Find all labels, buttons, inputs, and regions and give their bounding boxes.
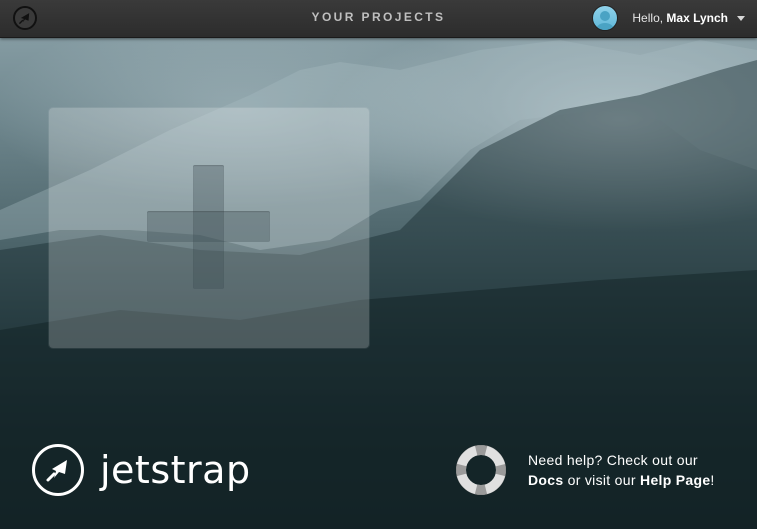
help-line-2: Docs or visit our Help Page! <box>528 470 715 490</box>
help-middle-text: or visit our <box>567 472 636 488</box>
new-project-card[interactable] <box>49 108 369 348</box>
help-section: Need help? Check out our Docs or visit o… <box>456 445 715 495</box>
greeting-text: Hello, <box>632 11 664 25</box>
user-menu[interactable]: Hello, Max Lynch <box>592 5 745 31</box>
username: Max Lynch <box>666 11 728 25</box>
docs-link[interactable]: Docs <box>528 472 563 488</box>
brand-logo: jetstrap <box>32 442 251 498</box>
plus-icon-bar <box>147 211 270 242</box>
brand-wordmark: jetstrap <box>100 448 251 492</box>
help-end-text: ! <box>710 472 715 488</box>
avatar <box>592 5 619 31</box>
user-greeting: Hello, Max Lynch <box>632 11 728 25</box>
help-page-link[interactable]: Help Page <box>640 472 710 488</box>
top-bar: YOUR PROJECTS Hello, Max Lynch <box>0 0 757 38</box>
user-silhouette-icon <box>596 11 615 30</box>
help-text: Need help? Check out our Docs or visit o… <box>528 450 715 490</box>
jet-icon <box>32 444 84 496</box>
lifebuoy-icon <box>456 445 506 495</box>
chevron-down-icon <box>737 15 745 21</box>
help-line-1: Need help? Check out our <box>528 452 698 468</box>
